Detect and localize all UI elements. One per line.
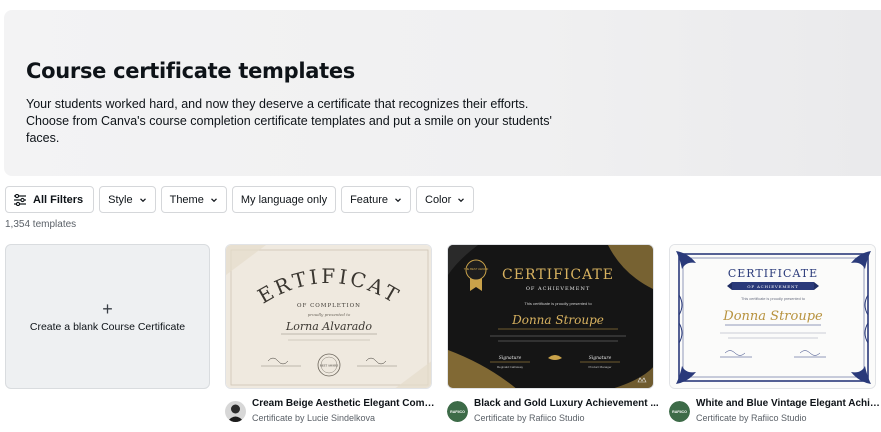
template-count: 1,354 templates: [5, 219, 77, 230]
style-filter-label: Style: [108, 193, 133, 206]
thumb-presented: This certificate is proudly presented to: [524, 301, 592, 306]
template-thumbnail[interactable]: CERTIFICATE OF ACHIEVEMENT This certific…: [669, 244, 876, 389]
template-title[interactable]: Black and Gold Luxury Achievement ...: [474, 398, 659, 409]
thumb-name: Lorna Alvarado: [285, 320, 372, 333]
thumb-signer-2: Product Manager: [588, 365, 611, 369]
template-card[interactable]: CERTIFICATE OF COMPLETION proudly presen…: [225, 244, 437, 427]
page-title: Course certificate templates: [26, 59, 355, 83]
svg-text:RAFIICO: RAFIICO: [672, 410, 687, 414]
chevron-down-icon: [139, 197, 146, 202]
template-thumbnail[interactable]: CERTIFICATE OF COMPLETION proudly presen…: [225, 244, 432, 389]
all-filters-button[interactable]: All Filters: [5, 186, 95, 213]
thumb-presented: proudly presented to: [308, 312, 351, 317]
template-title[interactable]: Cream Beige Aesthetic Elegant Compl...: [252, 398, 437, 409]
sliders-icon: [14, 193, 26, 206]
template-author: Certificate by Rafiico Studio: [696, 413, 807, 423]
thumb-heading: CERTIFICATE: [502, 267, 614, 283]
thumb-seal: BEST AWARD: [320, 364, 338, 368]
plus-icon: +: [102, 299, 113, 319]
thumb-signer-1: Reginald Cathaway: [497, 365, 524, 369]
thumb-tagline: OF COMPLETION: [297, 303, 361, 309]
template-author: Certificate by Lucie Sindelkova: [252, 413, 376, 423]
page-description: Your students worked hard, and now they …: [26, 97, 552, 145]
chevron-down-icon: [210, 197, 217, 202]
thumb-signature-1: Signature: [499, 355, 522, 361]
thumb-tagline: OF ACHIEVEMENT: [526, 286, 590, 292]
author-avatar: RAFIICO: [447, 401, 468, 422]
thumb-name: Donna Stroupe: [722, 309, 823, 324]
feature-filter-dropdown[interactable]: Feature: [341, 186, 411, 213]
create-blank-label: Create a blank Course Certificate: [29, 321, 186, 333]
color-filter-dropdown[interactable]: Color: [416, 186, 475, 213]
template-card[interactable]: CERTIFICATE OF ACHIEVEMENT This certific…: [669, 244, 881, 427]
color-filter-label: Color: [425, 193, 452, 206]
template-author: Certificate by Rafiico Studio: [474, 413, 585, 423]
chevron-down-icon: [395, 197, 401, 202]
thumb-name: Donna Stroupe: [511, 313, 604, 327]
template-card[interactable]: THE BEST AWARD CERTIFICATE OF ACHIEVEMEN…: [447, 244, 659, 427]
filter-bar: All Filters Style Theme My language only…: [5, 186, 475, 213]
thumb-badge: THE BEST AWARD: [464, 267, 488, 271]
thumb-presented: This certificate is proudly presented to: [741, 297, 805, 301]
all-filters-label: All Filters: [33, 193, 84, 206]
svg-text:RAFIICO: RAFIICO: [450, 410, 465, 414]
style-filter-dropdown[interactable]: Style: [99, 186, 156, 213]
thumb-tagline: OF ACHIEVEMENT: [747, 284, 798, 289]
thumb-signature-2: Signature: [589, 355, 612, 361]
author-avatar: [225, 401, 246, 422]
language-filter-label: My language only: [240, 193, 328, 206]
template-title[interactable]: White and Blue Vintage Elegant Achie...: [696, 398, 881, 409]
my-language-only-toggle[interactable]: My language only: [231, 186, 337, 213]
template-thumbnail[interactable]: THE BEST AWARD CERTIFICATE OF ACHIEVEMEN…: [447, 244, 654, 389]
hero-banner: Course certificate templates Your studen…: [4, 10, 881, 176]
create-blank-card[interactable]: + Create a blank Course Certificate: [5, 244, 210, 389]
author-avatar: RAFIICO: [669, 401, 690, 422]
theme-filter-dropdown[interactable]: Theme: [160, 186, 227, 213]
thumb-heading: CERTIFICATE: [728, 267, 818, 280]
theme-filter-label: Theme: [169, 193, 204, 206]
feature-filter-label: Feature: [350, 193, 388, 206]
chevron-down-icon: [458, 197, 465, 202]
